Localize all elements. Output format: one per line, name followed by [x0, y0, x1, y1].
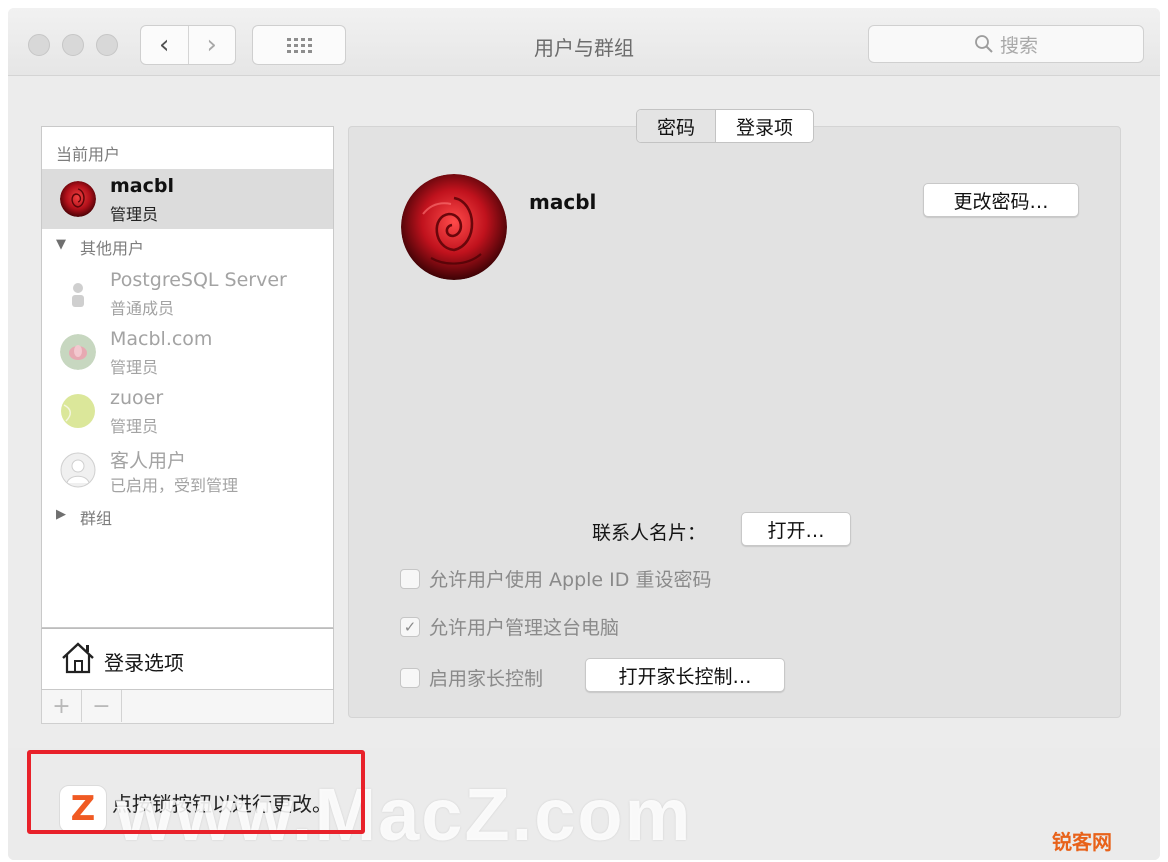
- add-remove-bar: + −: [41, 690, 334, 724]
- user-list: 当前用户 macbl 管理员 ▼ 其他用户 PostgreSQL Server …: [41, 126, 334, 628]
- lock-highlight-frame: [27, 750, 365, 834]
- user-name: macbl: [110, 175, 174, 197]
- remove-user-button[interactable]: −: [82, 690, 122, 722]
- parental-controls-option: 启用家长控制: [400, 664, 543, 691]
- user-name: 客人用户: [110, 450, 187, 472]
- contact-card-label: 联系人名片：: [592, 522, 707, 544]
- user-row-guest[interactable]: 客人用户 已启用，受到管理: [42, 440, 333, 500]
- lotus-avatar-icon: [60, 334, 96, 370]
- search-icon: [975, 35, 993, 53]
- titlebar: ‹ › 用户与群组 搜索: [8, 8, 1160, 76]
- corner-watermark: 锐客网: [1052, 830, 1112, 854]
- tab-password[interactable]: 密码: [637, 110, 717, 142]
- generic-user-icon: [72, 283, 84, 307]
- admin-option: ✓ 允许用户管理这台电脑: [400, 613, 619, 640]
- user-role: 管理员: [110, 358, 159, 377]
- open-contact-button[interactable]: 打开…: [741, 512, 851, 546]
- user-role: 管理员: [110, 417, 159, 436]
- user-role: 普通成员: [110, 299, 175, 318]
- other-users-label: 其他用户: [80, 239, 145, 258]
- add-user-button[interactable]: +: [42, 690, 82, 722]
- parental-controls-checkbox[interactable]: [400, 667, 420, 688]
- current-users-label: 当前用户: [56, 145, 121, 164]
- user-name: zuoer: [110, 387, 164, 409]
- open-parental-controls-button[interactable]: 打开家长控制…: [585, 658, 785, 692]
- user-name: Macbl.com: [110, 328, 213, 350]
- account-name: macbl: [529, 190, 597, 214]
- login-options-item[interactable]: 登录选项: [41, 628, 334, 690]
- user-name: PostgreSQL Server: [110, 269, 287, 291]
- disclosure-open-icon[interactable]: ▼: [56, 237, 66, 252]
- groups-label: 群组: [80, 509, 113, 528]
- parental-controls-label: 启用家长控制: [429, 668, 544, 690]
- users-groups-window: ‹ › 用户与群组 搜索 当前用户 macbl 管理员 ▼ 其他用户 Postg…: [8, 8, 1160, 860]
- change-password-button[interactable]: 更改密码…: [923, 183, 1079, 217]
- search-placeholder: 搜索: [999, 34, 1038, 57]
- tennis-ball-avatar-icon: [61, 394, 95, 428]
- tab-bar: 密码 登录项: [636, 109, 815, 143]
- admin-label: 允许用户管理这台电脑: [429, 617, 620, 639]
- disclosure-closed-icon[interactable]: ▶: [56, 507, 66, 522]
- checkmark-icon: ✓: [403, 617, 417, 636]
- user-row-zuoer[interactable]: zuoer 管理员: [42, 381, 333, 441]
- search-field[interactable]: 搜索: [868, 25, 1144, 63]
- user-picture[interactable]: [401, 174, 507, 280]
- user-row-macbl-com[interactable]: Macbl.com 管理员: [42, 322, 333, 382]
- apple-id-reset-label: 允许用户使用 Apple ID 重设密码: [429, 569, 712, 591]
- apple-id-reset-option: 允许用户使用 Apple ID 重设密码: [400, 565, 711, 592]
- rose-avatar-icon: [60, 181, 96, 217]
- login-options-label: 登录选项: [104, 651, 184, 675]
- user-row-macbl[interactable]: macbl 管理员: [42, 169, 333, 229]
- user-role: 已启用，受到管理: [110, 476, 239, 495]
- guest-user-icon: [60, 452, 96, 488]
- admin-checkbox[interactable]: ✓: [400, 616, 420, 637]
- user-row-postgresql[interactable]: PostgreSQL Server 普通成员: [42, 263, 333, 323]
- apple-id-reset-checkbox[interactable]: [400, 568, 420, 589]
- user-role: 管理员: [110, 205, 159, 224]
- house-icon: [62, 642, 94, 674]
- tab-login-items[interactable]: 登录项: [716, 110, 813, 142]
